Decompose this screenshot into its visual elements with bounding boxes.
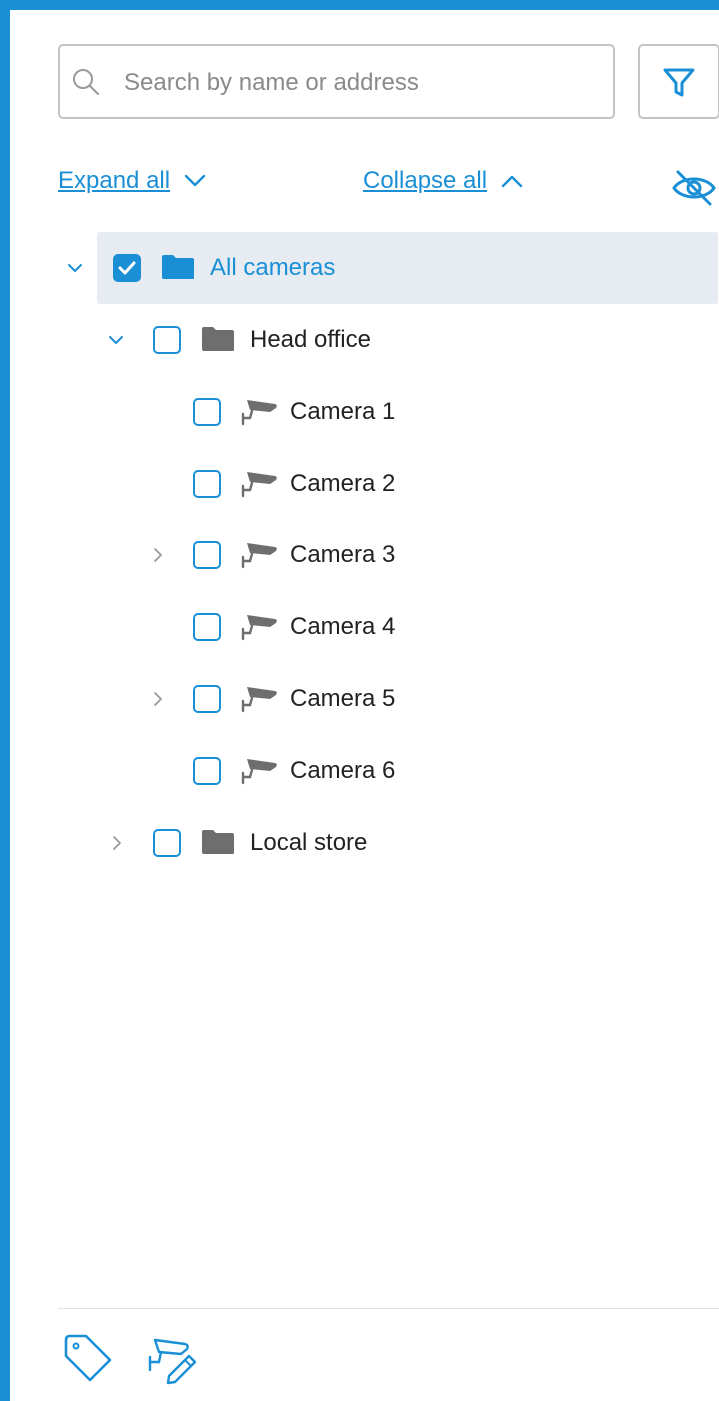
expand-all-label[interactable]: Expand all (58, 167, 170, 195)
folder-icon (202, 830, 234, 854)
chevron-down-icon[interactable] (65, 258, 85, 278)
chevron-down-icon[interactable] (106, 330, 126, 350)
checkbox-camera-3[interactable] (193, 541, 221, 569)
tree-node-label-local-store[interactable]: Local store (250, 829, 367, 857)
folder-icon (162, 255, 194, 279)
tag-icon[interactable] (60, 1330, 116, 1386)
checkbox-all-cameras[interactable] (113, 254, 141, 282)
filter-icon (663, 68, 695, 96)
chevron-down-icon (184, 174, 206, 187)
tree-node-label-camera-4[interactable]: Camera 4 (290, 613, 395, 641)
camera-icon (241, 687, 277, 713)
tree-node-label-all-cameras[interactable]: All cameras (210, 254, 335, 282)
camera-tree-panel: Expand all Collapse all All cameras Hea (0, 0, 719, 1401)
eye-off-icon[interactable] (670, 168, 718, 208)
camera-icon (241, 759, 277, 785)
collapse-all-label[interactable]: Collapse all (363, 167, 487, 195)
search-icon (73, 69, 99, 95)
search-input[interactable] (122, 58, 596, 108)
tree-node-label-camera-6[interactable]: Camera 6 (290, 757, 395, 785)
expand-all-link[interactable]: Expand all (58, 167, 206, 195)
chevron-up-icon (501, 175, 523, 188)
tree-node-label-head-office[interactable]: Head office (250, 326, 371, 354)
camera-edit-icon[interactable] (145, 1330, 201, 1386)
checkbox-camera-4[interactable] (193, 613, 221, 641)
checkbox-camera-2[interactable] (193, 470, 221, 498)
checkbox-local-store[interactable] (153, 829, 181, 857)
tree-node-label-camera-3[interactable]: Camera 3 (290, 541, 395, 569)
camera-icon (241, 472, 277, 498)
filter-button[interactable] (638, 44, 719, 119)
tree-node-label-camera-1[interactable]: Camera 1 (290, 398, 395, 426)
bottom-divider (58, 1308, 719, 1309)
check-icon (118, 261, 136, 275)
checkbox-camera-6[interactable] (193, 757, 221, 785)
search-box[interactable] (58, 44, 615, 119)
chevron-right-icon[interactable] (148, 689, 168, 709)
checkbox-camera-5[interactable] (193, 685, 221, 713)
camera-icon (241, 400, 277, 426)
folder-icon (202, 327, 234, 351)
camera-icon (241, 543, 277, 569)
collapse-all-link[interactable]: Collapse all (363, 167, 523, 195)
camera-icon (241, 615, 277, 641)
checkbox-camera-1[interactable] (193, 398, 221, 426)
checkbox-head-office[interactable] (153, 326, 181, 354)
chevron-right-icon[interactable] (107, 833, 127, 853)
chevron-right-icon[interactable] (148, 545, 168, 565)
tree-node-label-camera-5[interactable]: Camera 5 (290, 685, 395, 713)
tree-node-label-camera-2[interactable]: Camera 2 (290, 470, 395, 498)
